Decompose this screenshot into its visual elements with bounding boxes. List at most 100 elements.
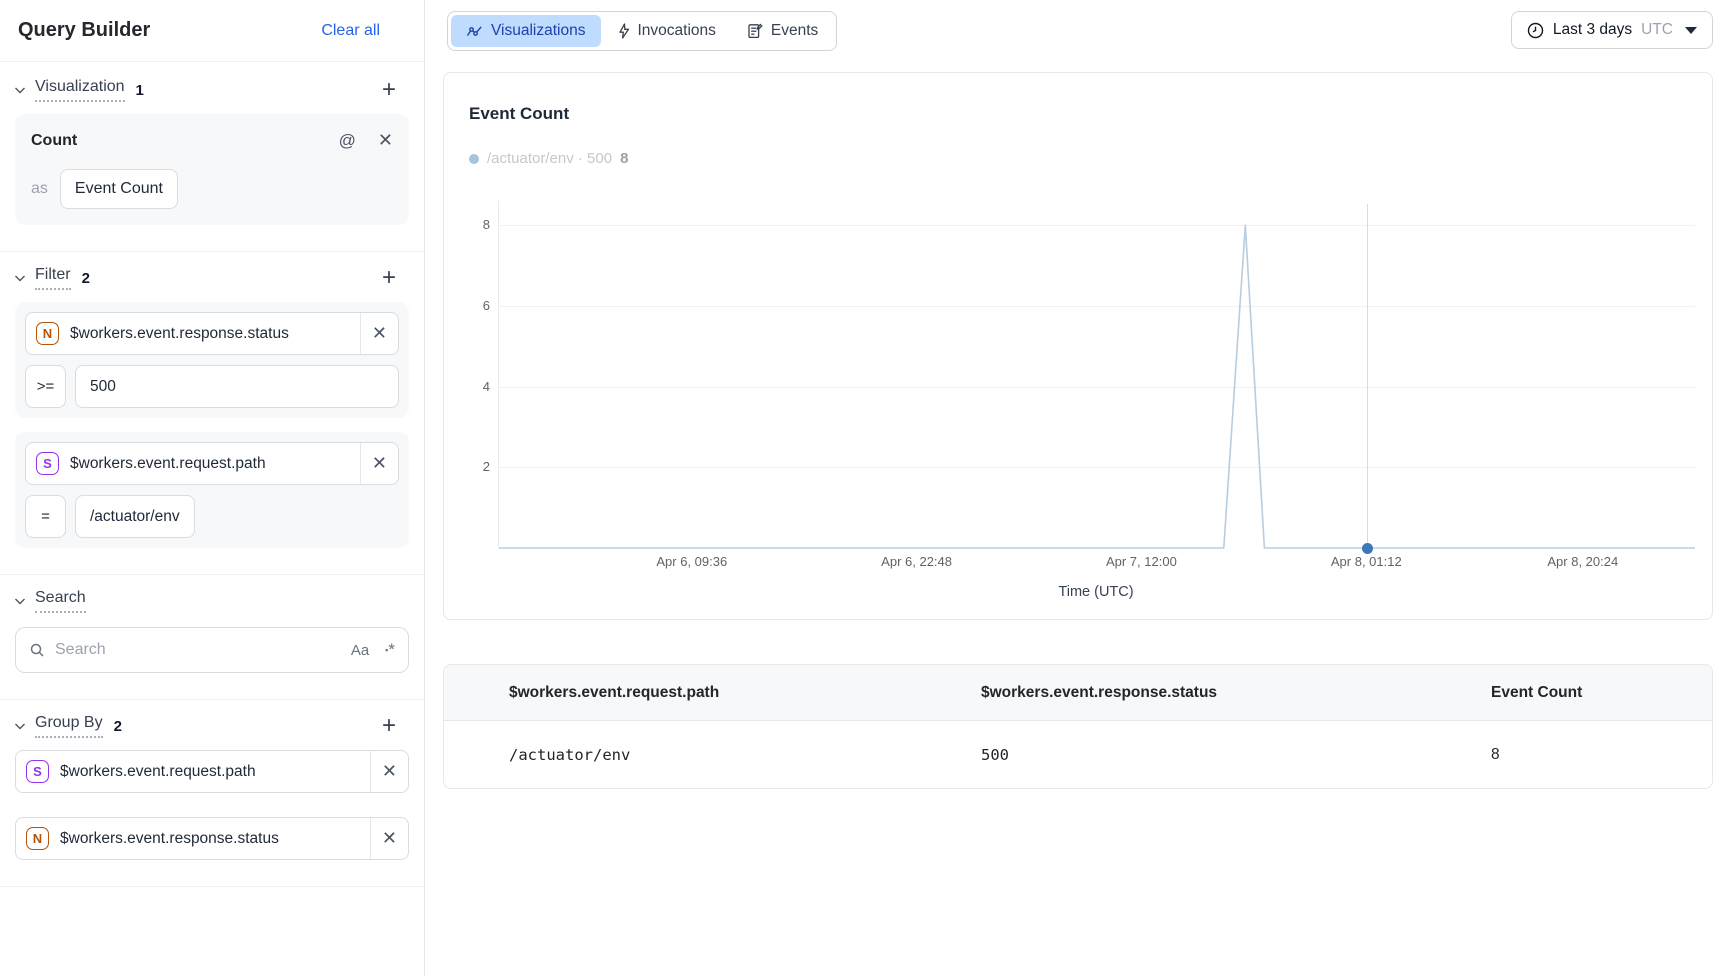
filter-item: N $workers.event.response.status ✕ >= 50… [15, 302, 409, 418]
add-visualization-button[interactable]: + [382, 80, 396, 100]
series-line-chart [499, 201, 1695, 548]
number-type-icon: N [26, 827, 49, 850]
close-icon: ✕ [382, 761, 397, 782]
event-log-icon [748, 23, 763, 39]
filter-field-name: $workers.event.response.status [70, 325, 360, 343]
regex-icon[interactable]: ▪* [385, 640, 395, 660]
filter-value-input[interactable]: 500 [75, 365, 399, 408]
group-by-section: Group By 2 + S $workers.event.request.pa… [0, 700, 424, 860]
y-tick-label: 6 [462, 297, 490, 315]
remove-filter-button[interactable]: ✕ [360, 313, 398, 354]
lightning-icon [618, 23, 630, 39]
tab-visualizations[interactable]: Visualizations [451, 15, 601, 47]
group-by-field-pill[interactable]: S $workers.event.request.path ✕ [15, 750, 409, 793]
column-header-path: $workers.event.request.path [509, 684, 981, 702]
clock-icon [1527, 22, 1544, 39]
close-icon: ✕ [372, 323, 387, 344]
main-content: Visualizations Invocations Events Last 3… [425, 0, 1726, 976]
close-icon: ✕ [382, 828, 397, 849]
group-by-field-name: $workers.event.response.status [60, 830, 370, 848]
visualization-count: 1 [136, 82, 144, 99]
search-icon [29, 642, 45, 658]
filter-operator-select[interactable]: >= [25, 365, 66, 408]
filter-value-input[interactable]: /actuator/env [75, 495, 195, 538]
legend-dot-icon [469, 154, 479, 164]
match-case-icon[interactable]: Aa [351, 642, 369, 659]
data-point-marker[interactable] [1362, 543, 1373, 554]
cell-status: 500 [981, 746, 1491, 764]
x-tick-label: Apr 7, 12:00 [1071, 554, 1211, 569]
chevron-down-icon[interactable] [14, 275, 26, 282]
search-input[interactable] [55, 641, 351, 659]
remove-group-by-button[interactable]: ✕ [370, 751, 408, 792]
page-title: Query Builder [18, 19, 150, 42]
query-builder-panel: Query Builder Clear all Visualization 1 … [0, 0, 425, 976]
filter-section-title[interactable]: Filter [35, 266, 71, 290]
y-tick-label: 2 [462, 458, 490, 476]
alias-input[interactable]: Event Count [60, 169, 178, 209]
metric-label[interactable]: Count [31, 132, 77, 150]
chevron-down-icon[interactable] [14, 598, 26, 605]
chart-title: Event Count [469, 104, 569, 124]
group-by-count: 2 [114, 718, 122, 735]
table-header-row: $workers.event.request.path $workers.eve… [444, 665, 1712, 721]
close-icon: ✕ [372, 453, 387, 474]
event-count-chart-card: Event Count /actuator/env · 500 8 2 4 6 8 A… [443, 72, 1713, 620]
section-divider [0, 886, 424, 887]
plot-area[interactable] [498, 201, 1694, 548]
group-by-field-name: $workers.event.request.path [60, 763, 370, 781]
x-axis-title: Time (UTC) [498, 584, 1694, 600]
filter-field-pill[interactable]: N $workers.event.response.status ✕ [25, 312, 399, 355]
filter-count: 2 [82, 270, 90, 287]
remove-visualization-button[interactable]: ✕ [378, 130, 393, 151]
tab-events[interactable]: Events [733, 15, 833, 47]
timezone-label: UTC [1641, 21, 1673, 39]
as-label: as [31, 180, 48, 198]
clear-all-link[interactable]: Clear all [321, 22, 380, 40]
visualization-section: Visualization 1 + Count @ ✕ as Event Cou… [0, 62, 424, 225]
string-type-icon: S [26, 760, 49, 783]
time-range-selector[interactable]: Last 3 days UTC [1511, 11, 1713, 49]
add-group-by-button[interactable]: + [382, 716, 396, 736]
caret-down-icon [1685, 27, 1697, 34]
cell-count: 8 [1491, 746, 1712, 764]
at-sign-icon[interactable]: @ [339, 131, 356, 151]
search-box: Aa ▪* [15, 627, 409, 673]
legend-item[interactable]: /actuator/env · 500 8 [469, 150, 628, 167]
visualization-section-title[interactable]: Visualization [35, 78, 125, 102]
y-tick-label: 4 [462, 378, 490, 396]
top-bar: Visualizations Invocations Events Last 3… [425, 0, 1726, 60]
visualization-card: Count @ ✕ as Event Count [15, 114, 409, 225]
filter-field-pill[interactable]: S $workers.event.request.path ✕ [25, 442, 399, 485]
time-range-label: Last 3 days [1553, 21, 1632, 39]
filter-section: Filter 2 + N $workers.event.response.sta… [0, 252, 424, 548]
view-tabs: Visualizations Invocations Events [447, 11, 837, 51]
x-tick-label: Apr 8, 20:24 [1513, 554, 1653, 569]
results-table: $workers.event.request.path $workers.eve… [443, 664, 1713, 789]
filter-operator-select[interactable]: = [25, 495, 66, 538]
add-filter-button[interactable]: + [382, 268, 396, 288]
remove-filter-button[interactable]: ✕ [360, 443, 398, 484]
sidebar-header: Query Builder Clear all [0, 0, 424, 62]
string-type-icon: S [36, 452, 59, 475]
cell-path: /actuator/env [509, 746, 981, 764]
column-header-count: Event Count [1491, 684, 1712, 702]
group-by-field-pill[interactable]: N $workers.event.response.status ✕ [15, 817, 409, 860]
filter-item: S $workers.event.request.path ✕ = /actua… [15, 432, 409, 548]
pulse-chart-icon [466, 25, 483, 38]
tab-invocations[interactable]: Invocations [603, 15, 731, 47]
remove-group-by-button[interactable]: ✕ [370, 818, 408, 859]
x-tick-label: Apr 8, 01:12 [1296, 554, 1436, 569]
group-by-section-title[interactable]: Group By [35, 714, 103, 738]
legend-series-total: 8 [620, 150, 628, 167]
chevron-down-icon[interactable] [14, 87, 26, 94]
number-type-icon: N [36, 322, 59, 345]
search-section: Search Aa ▪* [0, 575, 424, 673]
search-section-title[interactable]: Search [35, 589, 86, 613]
column-header-status: $workers.event.response.status [981, 684, 1491, 702]
legend-series-label: /actuator/env · 500 [487, 150, 612, 167]
y-tick-label: 8 [462, 216, 490, 234]
table-row[interactable]: /actuator/env 500 8 [444, 721, 1712, 788]
x-tick-label: Apr 6, 22:48 [847, 554, 987, 569]
chevron-down-icon[interactable] [14, 723, 26, 730]
